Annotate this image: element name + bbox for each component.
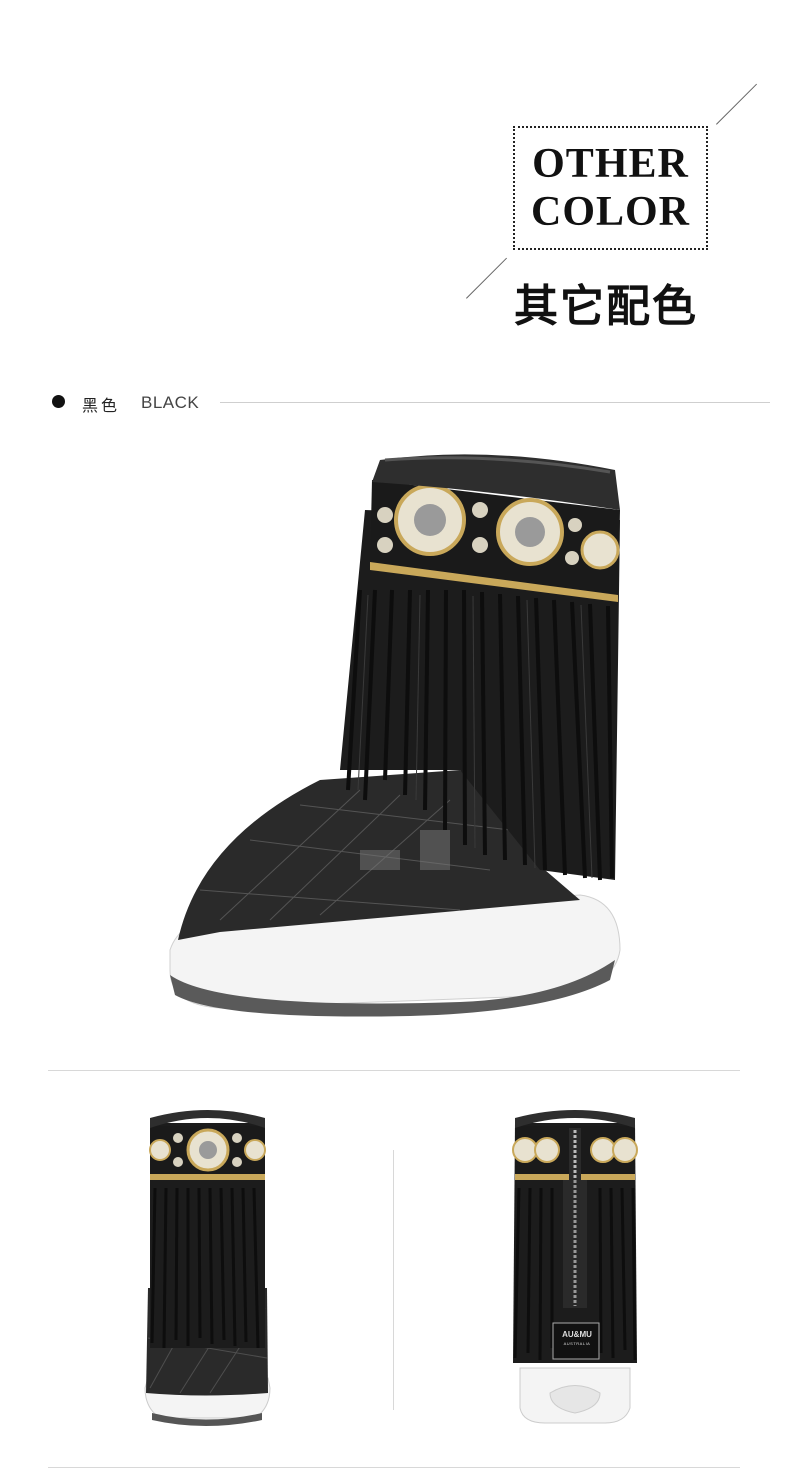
title-en-line2: COLOR xyxy=(530,189,690,235)
view-divider xyxy=(393,1150,394,1410)
boot-image-main xyxy=(169,454,621,1017)
decor-line-top xyxy=(716,83,758,125)
decor-line-bottom xyxy=(466,257,508,299)
bullet-dot xyxy=(52,395,65,408)
title-box: OTHER COLOR xyxy=(513,126,708,250)
divider-line xyxy=(220,402,770,403)
title-cn: 其它配色 xyxy=(514,281,698,332)
brand-label: AU&MU AUSTRALIA xyxy=(556,1329,598,1347)
color-name-en: BLACK xyxy=(141,393,200,412)
bottom-divider xyxy=(48,1467,740,1468)
title-en-line1: OTHER xyxy=(532,141,689,187)
boot-image-front xyxy=(144,1110,271,1426)
color-name-cn: 黑色 xyxy=(82,396,121,415)
boot-image-back xyxy=(512,1110,638,1424)
section-divider xyxy=(48,1070,740,1071)
brand-label-line1: AU&MU xyxy=(562,1330,592,1339)
brand-label-line2: AUSTRALIA xyxy=(563,1341,591,1346)
